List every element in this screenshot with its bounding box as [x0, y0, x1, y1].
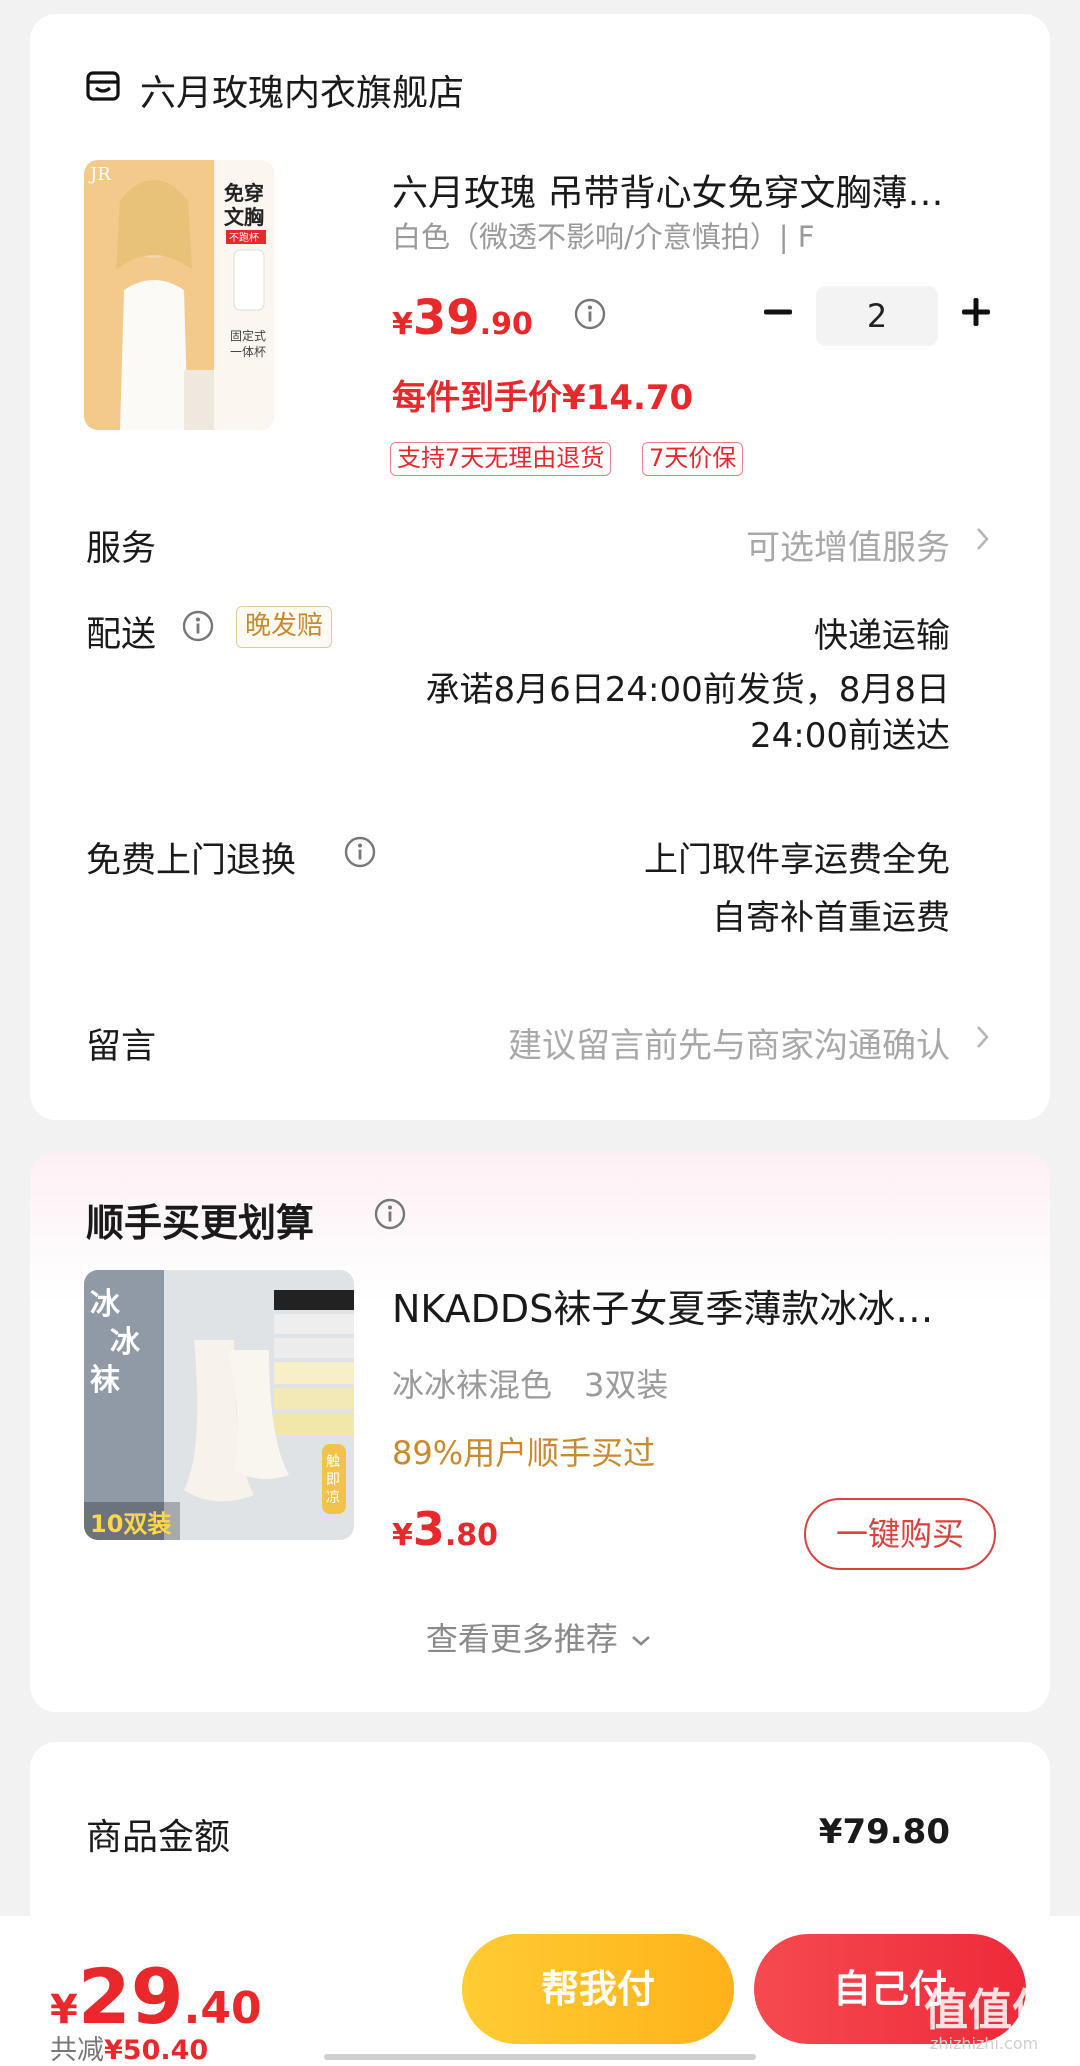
svg-text:JR: JR	[88, 164, 111, 185]
watermark-logo: 值值值	[924, 1985, 1056, 2036]
svg-text:冰: 冰	[90, 1287, 121, 1322]
product-spec[interactable]: 白色（微透不影响/介意慎拍）| F	[392, 214, 814, 256]
service-value[interactable]: 可选增值服务	[746, 520, 950, 569]
delivery-promise-line2: 24:00前送达	[750, 716, 950, 756]
svg-text:10双装: 10双装	[90, 1510, 171, 1538]
order-card: 六月玫瑰内衣旗舰店 JR 免穿 文胸 不跑杯 固定式 一体杯 六月玫瑰 吊带背心…	[30, 14, 1050, 1120]
svg-text:袜: 袜	[90, 1363, 120, 1398]
chevron-down-icon	[632, 1636, 650, 1646]
recommend-price: ¥3.80	[392, 1502, 499, 1556]
recommend-title: 顺手买更划算	[86, 1201, 315, 1245]
home-indicator	[324, 2054, 756, 2060]
info-icon[interactable]	[374, 1198, 406, 1230]
product-image[interactable]: JR 免穿 文胸 不跑杯 固定式 一体杯	[84, 160, 274, 430]
svg-text:触: 触	[326, 1454, 340, 1470]
recommend-spec: 冰冰袜混色 3双装	[392, 1366, 669, 1404]
goods-amount-value: ¥79.80	[818, 1812, 950, 1852]
total-discount: 共减¥50.40	[50, 2035, 209, 2066]
delivery-promise-line1: 承诺8月6日24:00前发货，8月8日	[425, 670, 950, 710]
tag-return: 支持7天无理由退货	[390, 442, 612, 476]
recommend-card: 顺手买更划算 冰 冰 袜 10双装 触 即 凉 NKADDS袜子女夏季薄款冰冰……	[30, 1152, 1050, 1712]
plus-icon[interactable]	[954, 290, 998, 334]
product-price: ¥39.90	[392, 290, 533, 346]
minus-icon[interactable]	[756, 290, 800, 334]
watermark-url: zhizhizhi.com	[930, 2034, 1039, 2053]
view-more-recommendations[interactable]: 查看更多推荐	[30, 1614, 1050, 1660]
checkout-bar: ¥29.40 共减¥50.40 帮我付 自己付 值值值 zhizhizhi.co…	[0, 1916, 1080, 2066]
free-return-label: 免费上门退换	[86, 841, 297, 881]
free-return-line1: 上门取件享运费全免	[644, 840, 950, 880]
svg-text:固定式: 固定式	[230, 328, 266, 343]
recommend-social-proof: 89%用户顺手买过	[392, 1434, 656, 1472]
tag-price-protect: 7天价保	[642, 442, 744, 476]
store-name[interactable]: 六月玫瑰内衣旗舰店	[140, 64, 464, 116]
recommend-image[interactable]: 冰 冰 袜 10双装 触 即 凉	[84, 1270, 354, 1540]
store-icon	[86, 71, 120, 101]
svg-text:免穿: 免穿	[224, 181, 264, 205]
svg-text:不跑杯: 不跑杯	[229, 231, 259, 244]
late-compensation-badge: 晚发赔	[236, 606, 333, 648]
info-icon[interactable]	[574, 298, 606, 330]
goods-amount-label: 商品金额	[86, 1817, 231, 1858]
free-return-line2: 自寄补首重运费	[712, 898, 950, 938]
quantity-input[interactable]: 2	[816, 286, 938, 346]
chevron-right-icon[interactable]	[972, 1020, 994, 1054]
recommend-name[interactable]: NKADDS袜子女夏季薄款冰冰…	[392, 1278, 1012, 1333]
delivery-method: 快递运输	[814, 616, 950, 656]
svg-text:文胸: 文胸	[224, 205, 264, 229]
svg-text:即: 即	[326, 1472, 340, 1488]
info-icon[interactable]	[182, 610, 214, 642]
message-input[interactable]: 建议留言前先与商家沟通确认	[508, 1018, 950, 1067]
message-label: 留言	[86, 1027, 157, 1067]
chevron-right-icon[interactable]	[972, 522, 994, 556]
svg-text:冰: 冰	[110, 1325, 141, 1360]
product-title[interactable]: 六月玫瑰 吊带背心女免穿文胸薄…	[392, 164, 1012, 216]
unit-price: 每件到手价¥14.70	[392, 378, 694, 418]
svg-text:凉: 凉	[326, 1490, 340, 1506]
delivery-label: 配送	[86, 615, 157, 655]
help-pay-button[interactable]: 帮我付	[462, 1934, 734, 2044]
service-label: 服务	[86, 529, 157, 569]
svg-text:一体杯: 一体杯	[230, 345, 266, 359]
one-click-buy-button[interactable]: 一键购买	[804, 1498, 996, 1570]
info-icon[interactable]	[344, 836, 376, 868]
